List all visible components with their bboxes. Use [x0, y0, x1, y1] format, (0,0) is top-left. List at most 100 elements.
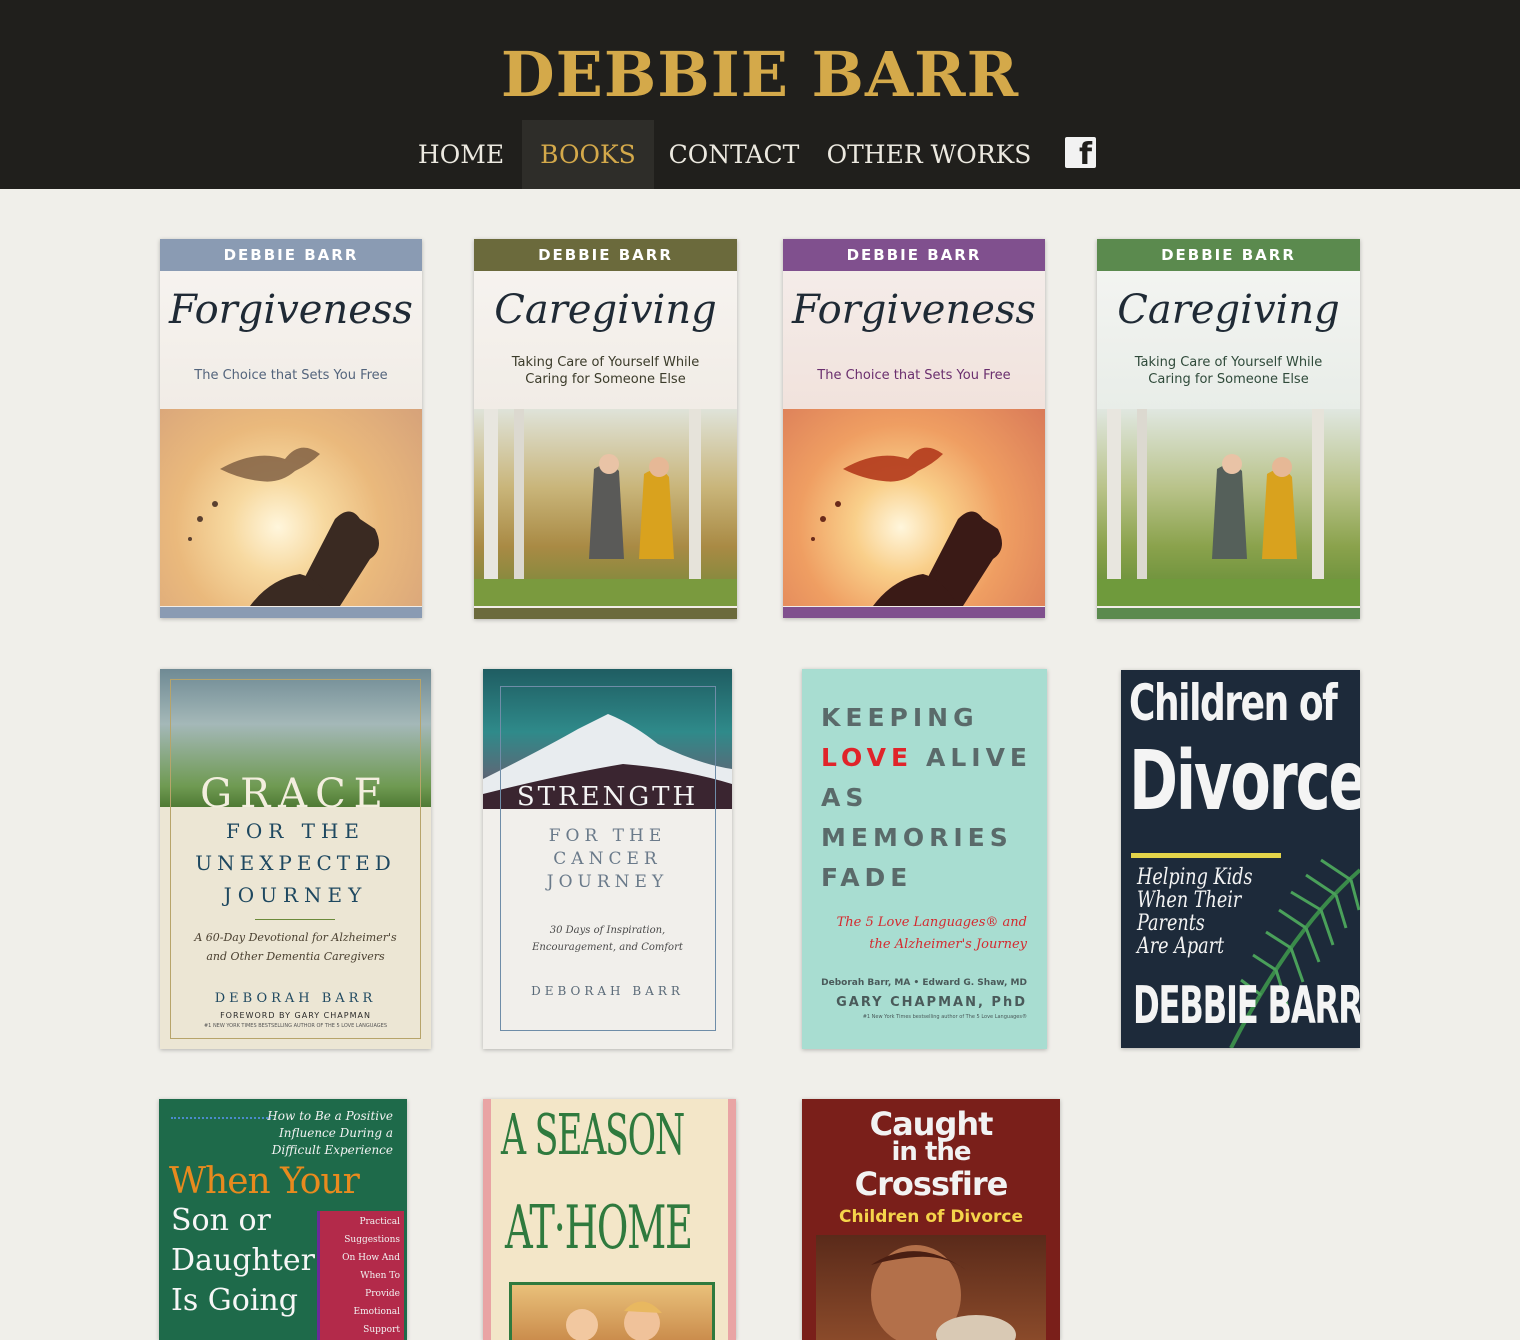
book-cover-children-of-divorce[interactable]: Children of Divorce Helping Kids When Th… — [1121, 670, 1360, 1048]
nav-contact[interactable]: CONTACT — [654, 120, 814, 189]
two-women-walking-image — [1097, 409, 1360, 606]
cover-author: DEBBIE BARR — [160, 239, 422, 271]
cover-photo — [1097, 409, 1360, 606]
cover-side-3: On How And — [342, 1253, 400, 1263]
cover-title-2: FOR THE — [548, 826, 667, 846]
cover-tagline: #1 NEW YORK TIMES BESTSELLING AUTHOR OF … — [203, 1023, 387, 1029]
cover-side-1: Practical — [359, 1217, 400, 1227]
child-photo — [871, 1245, 1016, 1340]
cover-divider — [255, 919, 335, 920]
cover-subtitle-1: The 5 Love Languages® and — [836, 915, 1027, 930]
cover-line-1: KEEPING — [821, 703, 979, 732]
cover-title: Forgiveness — [792, 287, 1036, 333]
cover-footer-band — [1097, 608, 1360, 619]
cover-side-5: Provide — [365, 1289, 400, 1299]
cover-title-2: FOR THE — [225, 819, 366, 843]
book-cover-caregiving-olive[interactable]: DEBBIE BARR Caregiving Taking Care of Yo… — [474, 239, 737, 619]
cover-title-1: When Your — [169, 1161, 360, 1202]
book-cover-caregiving-green[interactable]: DEBBIE BARR Caregiving Taking Care of Yo… — [1097, 239, 1360, 619]
cover-subtitle: Children of Divorce — [838, 1207, 1024, 1227]
book-cover-forgiveness-purple[interactable]: DEBBIE BARR Forgiveness The Choice that … — [783, 239, 1045, 618]
cover-top-2: Influence During a — [279, 1126, 393, 1140]
dove-hands-image — [811, 447, 1002, 606]
cover-side-6: Emotional — [353, 1307, 400, 1317]
cover-subtitle-1: 30 Days of Inspiration, — [549, 925, 666, 936]
cover-subtitle: The Choice that Sets You Free — [817, 368, 1011, 383]
cover-subtitle-2: the Alzheimer's Journey — [869, 937, 1027, 952]
cover-side-7: Support — [363, 1325, 400, 1335]
cover-subtitle-1: Taking Care of Yourself While — [1134, 355, 1323, 370]
cover-subtitle-3: Parents — [1137, 911, 1205, 936]
cover-subtitle-1: Helping Kids — [1137, 865, 1253, 890]
cover-dots — [171, 1117, 271, 1119]
cover-rule — [1131, 853, 1281, 858]
cover-title-3: Daughter — [171, 1243, 315, 1278]
book-cover-forgiveness-blue[interactable]: DEBBIE BARR Forgiveness The Choice that … — [160, 239, 422, 618]
cover-title: Caregiving — [1117, 287, 1340, 333]
cover-line-4: MEMORIES — [821, 823, 1013, 852]
cover-title-2: Son or — [171, 1203, 271, 1238]
cover-author: DEBBIE BARR — [1133, 976, 1360, 1036]
cover-subtitle-2: When Their — [1137, 888, 1242, 913]
cover-line-2b: ALIVE — [926, 743, 1033, 772]
cover-title-2: AT·HOME — [505, 1193, 693, 1263]
cover-subtitle-2: Caring for Someone Else — [525, 372, 686, 387]
cover-title-1: Children of — [1129, 674, 1338, 732]
mother-child-photo — [566, 1301, 662, 1340]
cover-title-2: in the — [891, 1137, 971, 1167]
cover-subtitle-2: and Other Dementia Caregivers — [206, 950, 385, 963]
cover-author: DEBBIE BARR — [783, 239, 1045, 271]
cover-illustration — [160, 409, 422, 606]
cover-photo — [474, 409, 737, 606]
site-title[interactable]: DEBBIE BARR — [0, 38, 1520, 111]
cover-subtitle-1: A 60-Day Devotional for Alzheimer's — [194, 931, 397, 944]
cover-title: Forgiveness — [169, 287, 413, 333]
cover-title-4: JOURNEY — [223, 883, 368, 907]
cover-authors: Deborah Barr, MA • Edward G. Shaw, MD — [821, 978, 1027, 988]
cover-title-1: A SEASON — [501, 1103, 685, 1168]
cover-illustration — [783, 409, 1045, 606]
cover-title-3: CANCER — [553, 849, 662, 869]
book-cover-son-or-daughter[interactable]: How to Be a Positive Influence During a … — [159, 1099, 407, 1340]
cover-tagline: #1 New York Times bestselling author of … — [862, 1014, 1027, 1020]
cover-author: DEBORAH BARR — [531, 984, 684, 998]
cover-title-3: Crossfire — [854, 1165, 1009, 1203]
cover-footer-band — [783, 607, 1045, 618]
cover-subtitle-2: Caring for Someone Else — [1148, 372, 1309, 387]
cover-title-1: STRENGTH — [516, 782, 699, 812]
cover-subtitle-1: Taking Care of Yourself While — [511, 355, 700, 370]
cover-title-4: Is Going — [171, 1283, 298, 1318]
cover-title-1: GRACE — [200, 771, 391, 817]
cover-line-2a: LOVE — [821, 743, 914, 772]
cover-subtitle-4: Are Apart — [1137, 934, 1225, 959]
nav-books[interactable]: BOOKS — [522, 120, 654, 189]
cover-footer-band — [474, 608, 737, 619]
cover-side-4: When To — [360, 1271, 400, 1281]
cover-subtitle-2: Encouragement, and Comfort — [532, 942, 683, 953]
cover-title-4: JOURNEY — [546, 872, 669, 892]
cover-author-main: GARY CHAPMAN, PhD — [836, 995, 1027, 1010]
cover-subtitle: The Choice that Sets You Free — [194, 368, 388, 383]
cover-title-3: UNEXPECTED — [195, 851, 396, 875]
dove-hands-image — [188, 447, 379, 606]
cover-author: DEBBIE BARR — [1097, 239, 1360, 271]
cover-footer-band — [160, 607, 422, 618]
cover-line-3: AS — [821, 783, 869, 812]
nav-home[interactable]: HOME — [400, 120, 522, 189]
book-cover-grace[interactable]: GRACE FOR THE UNEXPECTED JOURNEY A 60-Da… — [160, 669, 431, 1049]
cover-top-1: How to Be a Positive — [267, 1109, 393, 1123]
book-cover-keeping-love-alive[interactable]: KEEPING LOVE ALIVE AS MEMORIES FADE The … — [802, 669, 1047, 1049]
two-women-walking-image — [474, 409, 737, 606]
facebook-icon[interactable]: f — [1065, 137, 1096, 172]
book-cover-strength[interactable]: STRENGTH FOR THE CANCER JOURNEY 30 Days … — [483, 669, 732, 1049]
book-cover-caught-in-crossfire[interactable]: Caught in the Crossfire Children of Divo… — [802, 1099, 1060, 1340]
cover-title-2: Divorce — [1129, 734, 1360, 829]
cover-photo — [509, 1282, 715, 1340]
cover-author: DEBORAH BARR — [214, 991, 377, 1006]
cover-photo — [816, 1235, 1046, 1340]
cover-foreword: FOREWORD BY GARY CHAPMAN — [220, 1011, 371, 1020]
cover-side-panel: Practical Suggestions On How And When To… — [317, 1211, 404, 1340]
nav-other-works[interactable]: OTHER WORKS — [814, 120, 1044, 189]
cover-top-3: Difficult Experience — [271, 1143, 393, 1157]
book-cover-season-at-home[interactable]: A SEASON AT·HOME — [483, 1099, 736, 1340]
